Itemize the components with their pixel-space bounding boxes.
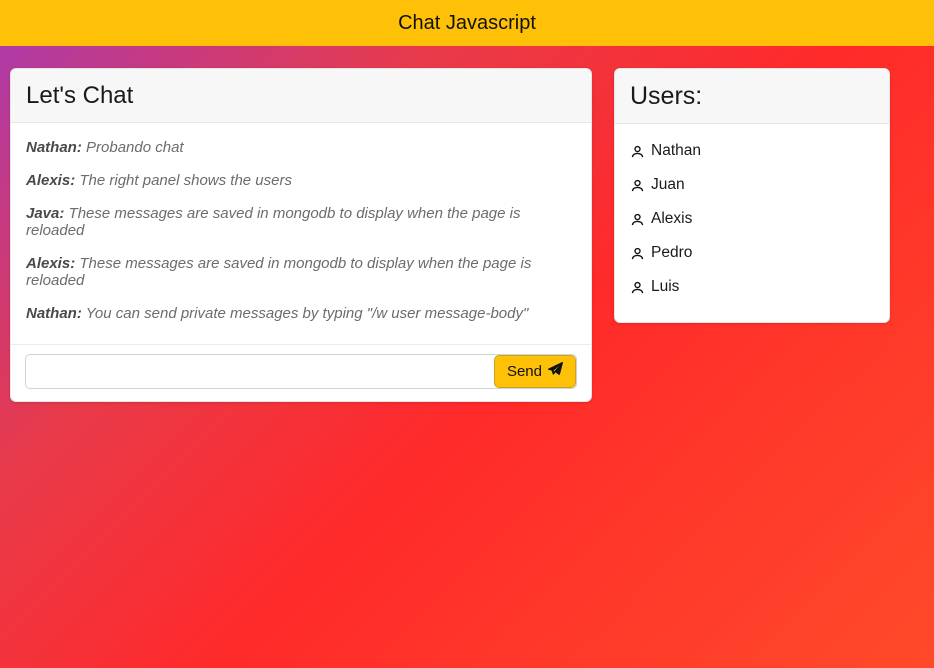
chat-panel-title: Let's Chat [11, 69, 591, 123]
chat-message: Alexis: The right panel shows the users [26, 164, 576, 197]
chat-message: Java: These messages are saved in mongod… [26, 197, 576, 247]
users-panel: Users: Nathan Juan Alexis Pedro Luis [614, 68, 890, 323]
message-body: The right panel shows the users [79, 172, 292, 189]
chat-messages: Nathan: Probando chat Alexis: The right … [11, 123, 591, 344]
message-author: Java: [26, 205, 64, 222]
message-author: Alexis: [26, 255, 75, 272]
list-item: Juan [630, 168, 874, 202]
user-icon [630, 212, 645, 227]
message-input[interactable] [26, 355, 494, 388]
send-button[interactable]: Send [494, 355, 576, 388]
user-icon [630, 280, 645, 295]
main-content: Let's Chat Nathan: Probando chat Alexis:… [0, 46, 934, 402]
list-item: Luis [630, 270, 874, 304]
chat-message: Alexis: These messages are saved in mong… [26, 247, 576, 297]
user-icon [630, 178, 645, 193]
user-name: Pedro [651, 244, 692, 262]
user-name: Alexis [651, 210, 692, 228]
message-input-group: Send [25, 354, 577, 389]
user-name: Nathan [651, 142, 701, 160]
user-icon [630, 246, 645, 261]
users-list: Nathan Juan Alexis Pedro Luis [615, 124, 889, 322]
list-item: Nathan [630, 134, 874, 168]
chat-message: Nathan: You can send private messages by… [26, 297, 576, 330]
chat-message: Nathan: Probando chat [26, 131, 576, 164]
paper-plane-icon [548, 362, 563, 381]
list-item: Pedro [630, 236, 874, 270]
chat-panel: Let's Chat Nathan: Probando chat Alexis:… [10, 68, 592, 402]
page-title: Chat Javascript [398, 12, 536, 35]
page-header: Chat Javascript [0, 0, 934, 46]
message-body: You can send private messages by typing … [86, 305, 529, 322]
chat-footer: Send [11, 344, 591, 401]
send-button-label: Send [507, 363, 542, 380]
user-icon [630, 144, 645, 159]
message-author: Nathan: [26, 305, 82, 322]
message-body: Probando chat [86, 139, 184, 156]
users-panel-title: Users: [615, 69, 889, 124]
message-author: Nathan: [26, 139, 82, 156]
user-name: Luis [651, 278, 679, 296]
list-item: Alexis [630, 202, 874, 236]
user-name: Juan [651, 176, 685, 194]
message-body: These messages are saved in mongodb to d… [26, 205, 521, 239]
message-body: These messages are saved in mongodb to d… [26, 255, 531, 289]
message-author: Alexis: [26, 172, 75, 189]
